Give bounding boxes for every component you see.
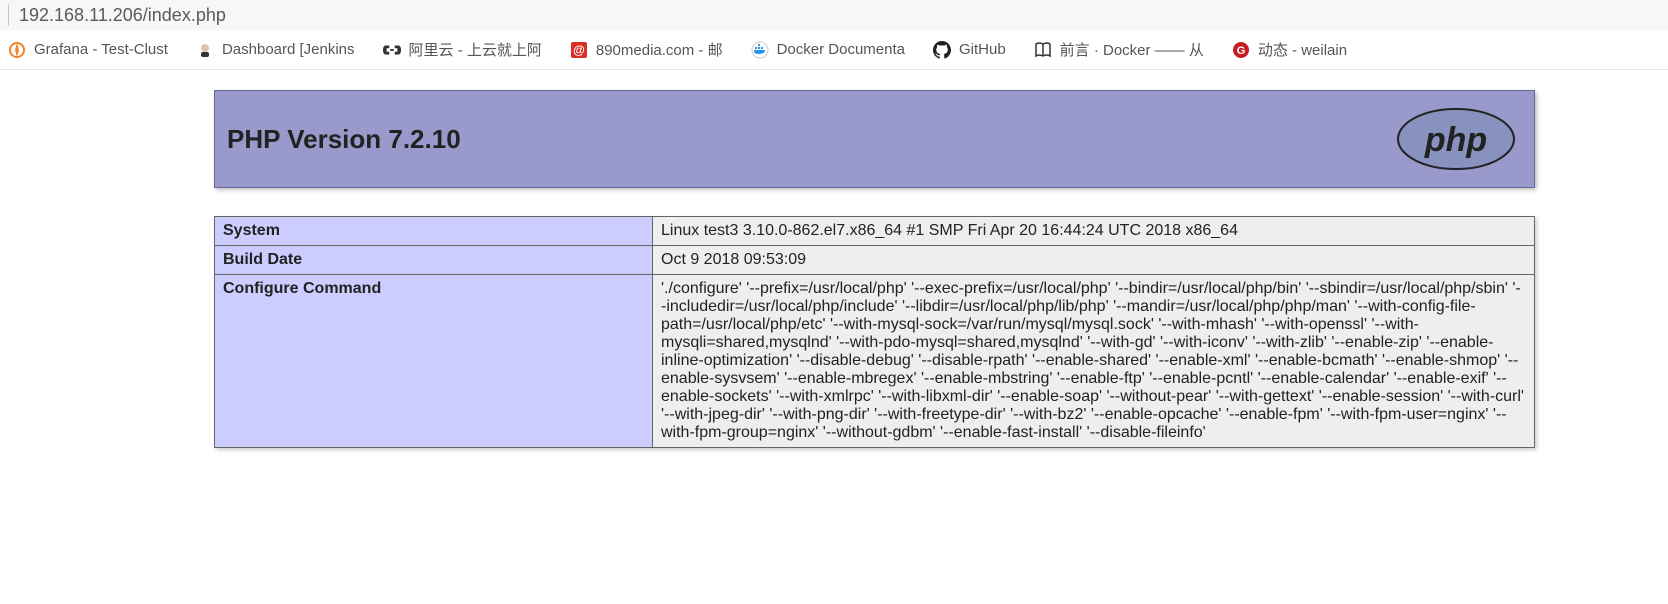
info-val-configure: './configure' '--prefix=/usr/local/php' … [653, 275, 1535, 448]
bookmark-label: Grafana - Test-Clust [34, 41, 168, 58]
book-icon [1034, 41, 1052, 59]
bookmark-github[interactable]: GitHub [933, 41, 1006, 59]
table-row: Configure Command './configure' '--prefi… [215, 275, 1535, 448]
info-key-system: System [215, 217, 653, 246]
phpinfo-table: System Linux test3 3.10.0-862.el7.x86_64… [214, 216, 1535, 448]
table-row: System Linux test3 3.10.0-862.el7.x86_64… [215, 217, 1535, 246]
info-val-builddate: Oct 9 2018 09:53:09 [653, 246, 1535, 275]
info-val-system: Linux test3 3.10.0-862.el7.x86_64 #1 SMP… [653, 217, 1535, 246]
svg-text:php: php [1424, 121, 1487, 159]
docker-icon [751, 41, 769, 59]
page-content: PHP Version 7.2.10 php System Linux test… [0, 70, 1668, 448]
address-bar[interactable]: 192.168.11.206/index.php [0, 0, 1668, 30]
gitee-icon: G [1232, 41, 1250, 59]
bookmark-jenkins[interactable]: Dashboard [Jenkins [196, 41, 355, 59]
bookmark-gitee[interactable]: G 动态 - weilain [1232, 39, 1347, 60]
mail-icon: @ [570, 41, 588, 59]
bookmark-label: 阿里云 - 上云就上阿 [409, 39, 542, 60]
bookmark-890media[interactable]: @ 890media.com - 邮 [570, 39, 723, 60]
bookmark-label: Docker Documenta [777, 41, 905, 58]
address-bar-divider [8, 4, 9, 26]
bookmark-label: 890media.com - 邮 [596, 39, 723, 60]
svg-text:@: @ [573, 43, 585, 57]
bookmarks-bar: Grafana - Test-Clust Dashboard [Jenkins … [0, 30, 1668, 70]
bookmark-docker-docs[interactable]: Docker Documenta [751, 41, 905, 59]
bookmark-label: 动态 - weilain [1258, 39, 1347, 60]
github-icon [933, 41, 951, 59]
aliyun-icon [383, 41, 401, 59]
svg-text:G: G [1237, 45, 1246, 57]
bookmark-grafana[interactable]: Grafana - Test-Clust [8, 41, 168, 59]
bookmark-label: GitHub [959, 41, 1006, 58]
bookmark-label: 前言 · Docker —— 从 [1060, 39, 1204, 60]
address-url: 192.168.11.206/index.php [19, 5, 226, 26]
info-key-configure: Configure Command [215, 275, 653, 448]
grafana-icon [8, 41, 26, 59]
bookmark-docker-book[interactable]: 前言 · Docker —— 从 [1034, 39, 1204, 60]
bookmark-aliyun[interactable]: 阿里云 - 上云就上阿 [383, 39, 542, 60]
phpinfo-header: PHP Version 7.2.10 php [214, 90, 1535, 188]
bookmark-label: Dashboard [Jenkins [222, 41, 355, 58]
table-row: Build Date Oct 9 2018 09:53:09 [215, 246, 1535, 275]
jenkins-icon [196, 41, 214, 59]
php-logo-icon: php [1396, 107, 1516, 171]
php-version-title: PHP Version 7.2.10 [227, 124, 461, 155]
info-key-builddate: Build Date [215, 246, 653, 275]
